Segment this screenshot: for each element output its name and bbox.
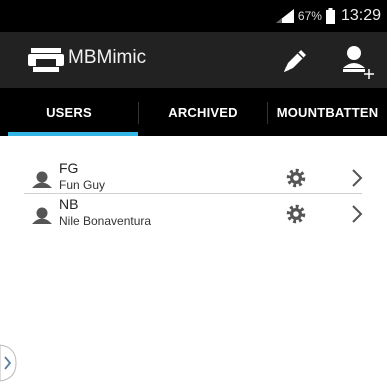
user-list: FG Fun Guy NB Nile Bonaventura bbox=[0, 136, 387, 383]
status-indicators: 67% 13:29 bbox=[275, 0, 381, 32]
tab-archived[interactable]: ARCHIVED bbox=[139, 88, 267, 136]
tab-mountbatten[interactable]: MOUNTBATTEN bbox=[268, 88, 387, 136]
person-icon bbox=[32, 171, 52, 188]
gear-icon[interactable] bbox=[285, 167, 307, 189]
gear-icon[interactable] bbox=[285, 203, 307, 225]
add-user-icon[interactable] bbox=[338, 40, 378, 80]
pencil-icon[interactable] bbox=[276, 42, 312, 78]
tab-users[interactable]: USERS bbox=[0, 88, 138, 136]
user-abbreviation: FG bbox=[59, 160, 79, 176]
tab-bar: USERS ARCHIVED MOUNTBATTEN bbox=[0, 88, 387, 136]
app-title: MBMimic bbox=[68, 47, 147, 68]
drawer-handle[interactable] bbox=[0, 343, 18, 383]
printer-icon bbox=[28, 48, 64, 72]
user-abbreviation: NB bbox=[59, 196, 79, 212]
battery-percent: 67% bbox=[297, 9, 322, 23]
chevron-right-icon[interactable] bbox=[350, 203, 364, 225]
list-divider bbox=[24, 193, 362, 194]
battery-icon bbox=[325, 8, 335, 24]
signal-icon bbox=[275, 9, 294, 23]
person-icon bbox=[32, 207, 52, 224]
list-item[interactable]: NB Nile Bonaventura bbox=[24, 196, 369, 230]
status-bar: 67% 13:29 bbox=[0, 0, 387, 32]
list-item[interactable]: FG Fun Guy bbox=[24, 160, 369, 194]
user-full-name: Fun Guy bbox=[59, 178, 106, 192]
clock: 13:29 bbox=[340, 7, 381, 24]
chevron-right-icon[interactable] bbox=[350, 167, 364, 189]
action-bar: MBMimic bbox=[0, 32, 387, 88]
user-full-name: Nile Bonaventura bbox=[59, 214, 152, 228]
